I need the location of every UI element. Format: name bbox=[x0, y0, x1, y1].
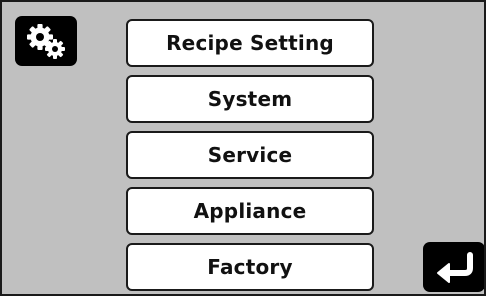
recipe-setting-button[interactable]: Recipe Setting bbox=[126, 19, 374, 67]
system-button[interactable]: System bbox=[126, 75, 374, 123]
service-label: Service bbox=[207, 143, 293, 167]
back-button[interactable] bbox=[423, 242, 484, 292]
appliance-label: Appliance bbox=[193, 199, 307, 223]
settings-screen: Recipe Setting System Service Appliance … bbox=[0, 0, 486, 296]
service-button[interactable]: Service bbox=[126, 131, 374, 179]
factory-button[interactable]: Factory bbox=[126, 243, 374, 291]
gears-icon bbox=[27, 24, 65, 59]
factory-label: Factory bbox=[207, 255, 293, 279]
settings-button[interactable] bbox=[15, 16, 77, 66]
settings-menu: Recipe Setting System Service Appliance … bbox=[126, 19, 374, 294]
return-arrow-icon bbox=[437, 252, 473, 283]
system-label: System bbox=[207, 87, 293, 111]
appliance-button[interactable]: Appliance bbox=[126, 187, 374, 235]
recipe-setting-label: Recipe Setting bbox=[166, 31, 334, 55]
